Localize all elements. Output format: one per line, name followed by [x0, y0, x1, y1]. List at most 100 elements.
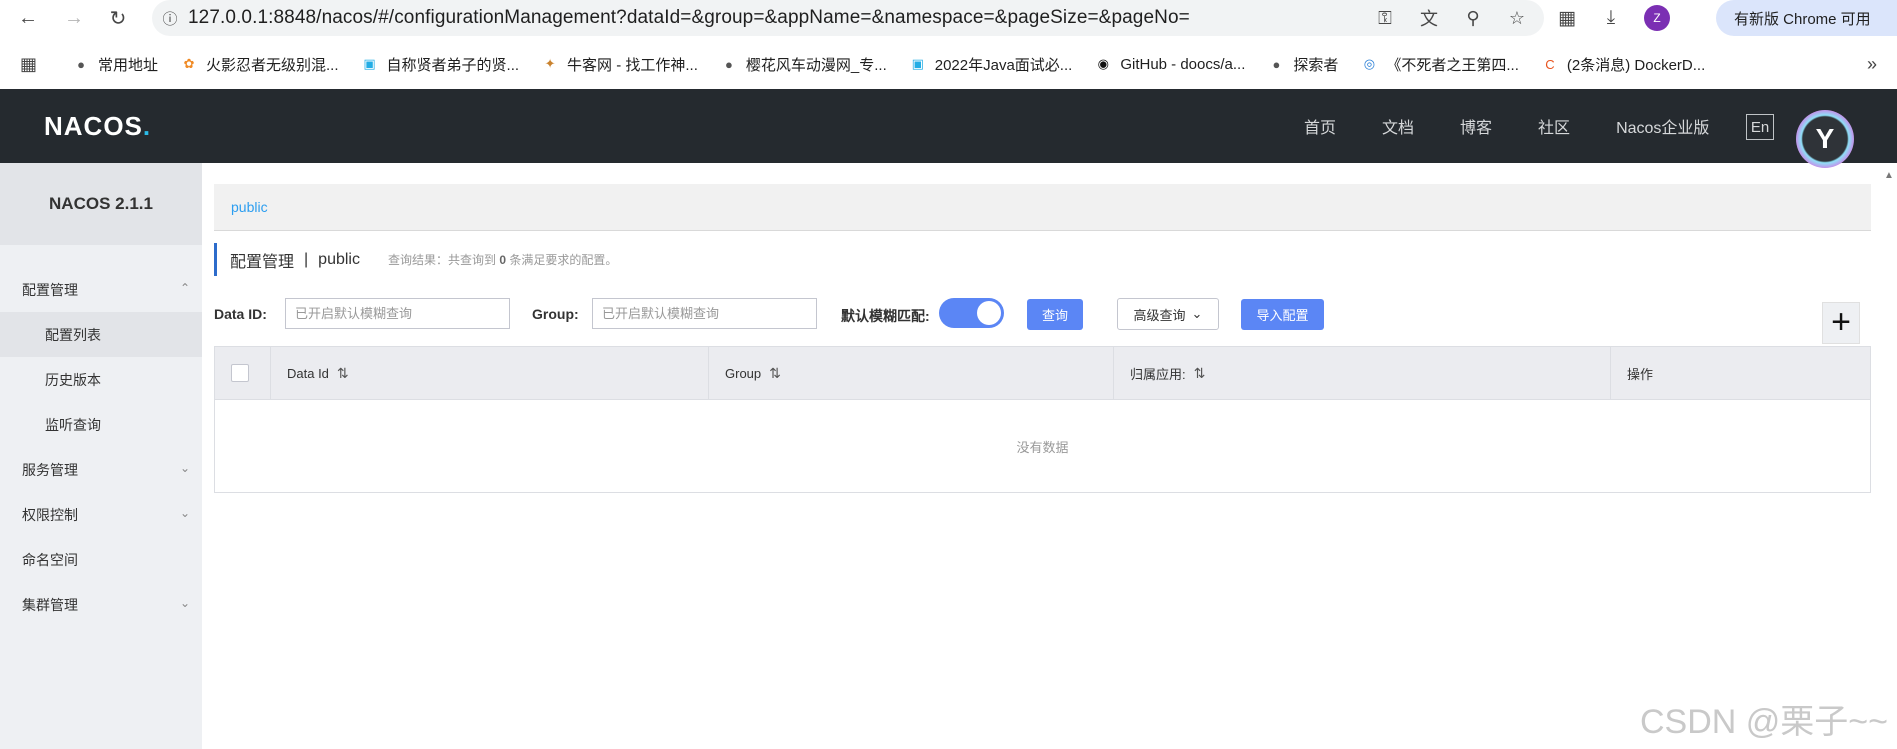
url-text[interactable]: 127.0.0.1:8848/nacos/#/configurationMana… [188, 7, 1190, 29]
nav-community[interactable]: 社区 [1538, 114, 1570, 138]
column-actions: 操作 [1627, 366, 1654, 382]
site-info-icon[interactable]: ⓘ [152, 8, 188, 29]
advanced-query-button[interactable]: 高级查询 ⌄ [1117, 298, 1219, 330]
nav-enterprise[interactable]: Nacos企业版 [1616, 114, 1709, 138]
add-config-button[interactable]: + [1822, 302, 1860, 344]
fuzzy-match-toggle[interactable] [939, 298, 1004, 328]
group-input[interactable] [592, 298, 817, 329]
translate-icon[interactable]: 文 [1418, 5, 1440, 31]
filter-bar: Data ID: Group: 默认模糊匹配: 查询 高级查询 ⌄ 导入配置 [214, 296, 1871, 332]
bookmark-label: 牛客网 - 找工作神... [567, 56, 698, 74]
select-all-checkbox[interactable] [231, 364, 249, 382]
globe-icon: ● [77, 56, 85, 72]
select-all-cell [215, 347, 271, 399]
apps-grid-icon[interactable]: ▦ [20, 54, 50, 75]
sidebar-item-auth[interactable]: 权限控制 ⌄ [0, 492, 202, 537]
browser-toolbar: ← → ↻ ⓘ 127.0.0.1:8848/nacos/#/configura… [0, 0, 1897, 36]
top-nav: 首页 文档 博客 社区 Nacos企业版 [1304, 89, 1755, 163]
namespace-tab-public[interactable]: public [231, 199, 268, 215]
bookmark-label: 2022年Java面试必... [934, 56, 1073, 74]
bilibili-icon: ▣ [363, 56, 376, 71]
bookmark-item[interactable]: ✦ 牛客网 - 找工作神... [541, 54, 698, 75]
zoom-icon[interactable]: ⚲ [1462, 8, 1484, 29]
reload-icon[interactable]: ↻ [100, 0, 136, 36]
bookmark-item[interactable]: ▣ 2022年Java面试必... [909, 54, 1073, 75]
github-icon: ◉ [1097, 56, 1109, 71]
sidebar-item-history[interactable]: 历史版本 [0, 357, 202, 402]
extensions-icon[interactable]: ▦ [1556, 7, 1578, 30]
back-icon[interactable]: ← [10, 0, 46, 36]
chevron-down-icon: ⌄ [179, 506, 190, 520]
table-header: Data Id ⇅ Group ⇅ 归属应用: ⇅ 操作 [215, 347, 1870, 400]
nav-blog[interactable]: 博客 [1460, 114, 1492, 138]
data-id-label: Data ID: [214, 306, 267, 322]
page-title: 配置管理 | public 查询结果：共查询到 0 条满足要求的配置。 [214, 243, 617, 276]
eye-icon: ◎ [1363, 56, 1376, 71]
sort-icon[interactable]: ⇅ [769, 365, 781, 382]
data-id-input[interactable] [285, 298, 510, 329]
nav-docs[interactable]: 文档 [1382, 114, 1414, 138]
download-icon[interactable]: ⤓ [1600, 7, 1622, 29]
sidebar-item-namespace[interactable]: 命名空间 [0, 537, 202, 582]
bilibili-icon: ▣ [911, 56, 924, 71]
globe-icon: ● [1272, 56, 1281, 72]
column-group[interactable]: Group ⇅ [709, 347, 1114, 399]
fuzzy-match-label: 默认模糊匹配: [841, 308, 930, 324]
csdn-watermark: CSDN @栗子~~ [1640, 703, 1889, 741]
bookmark-item[interactable]: ● 樱花风车动漫网_专... [720, 54, 887, 75]
bookmark-label: GitHub - doocs/a... [1120, 55, 1246, 73]
bookmark-label: 樱花风车动漫网_专... [745, 56, 887, 74]
query-result-text: 查询结果：共查询到 0 条满足要求的配置。 [387, 253, 618, 267]
column-app[interactable]: 归属应用: ⇅ [1114, 347, 1611, 399]
floating-assistant-avatar[interactable]: Y [1796, 110, 1854, 168]
nacos-logo[interactable]: NACOS. [44, 111, 151, 142]
import-config-button[interactable]: 导入配置 [1241, 299, 1324, 330]
bookmark-item[interactable]: ◉ GitHub - doocs/a... [1094, 55, 1246, 73]
query-button[interactable]: 查询 [1027, 299, 1083, 330]
sidebar-item-cluster[interactable]: 集群管理 ⌄ [0, 582, 202, 627]
sidebar-item-service[interactable]: 服务管理 ⌄ [0, 447, 202, 492]
bookmark-label: 常用地址 [98, 56, 159, 74]
bookmark-star-icon[interactable]: ☆ [1506, 8, 1528, 29]
flower-icon: ✿ [183, 56, 195, 71]
update-label: 有新版 Chrome 可用 [1734, 10, 1871, 28]
sidebar-item-listener[interactable]: 监听查询 [0, 402, 202, 447]
sidebar: NACOS 2.1.1 配置管理 ⌃ 配置列表 历史版本 监听查询 服务管理 ⌄… [0, 163, 202, 749]
chevron-down-icon: ⌄ [1191, 306, 1203, 321]
chevron-up-icon: ⌃ [179, 281, 190, 295]
bookmark-label: (2条消息) DockerD... [1566, 56, 1706, 74]
scroll-up-arrow-icon[interactable]: ▲ [1884, 170, 1894, 181]
bookmark-label: 《不死者之王第四... [1386, 56, 1519, 74]
bookmark-label: 火影忍者无级别混... [206, 56, 339, 74]
profile-avatar[interactable]: Z [1644, 5, 1670, 31]
namespace-bar: public [214, 184, 1871, 231]
chrome-update-button[interactable]: 有新版 Chrome 可用 [1716, 0, 1897, 36]
more-bookmarks-icon[interactable]: » [1867, 54, 1877, 75]
sidebar-item-config-list[interactable]: 配置列表 [0, 312, 202, 357]
sort-icon[interactable]: ⇅ [1194, 365, 1206, 382]
column-data-id[interactable]: Data Id ⇅ [271, 347, 709, 399]
forward-icon[interactable]: → [56, 0, 92, 36]
bookmark-item[interactable]: C (2条消息) DockerD... [1541, 54, 1705, 75]
address-bar[interactable]: ⓘ 127.0.0.1:8848/nacos/#/configurationMa… [152, 0, 1544, 36]
bookmark-item[interactable]: ● 探索者 [1267, 54, 1338, 75]
key-icon[interactable]: ⚿ [1374, 8, 1396, 29]
nav-home[interactable]: 首页 [1304, 114, 1336, 138]
empty-state: 没有数据 [1016, 439, 1069, 455]
bookmark-label: 探索者 [1293, 56, 1339, 74]
csdn-icon: C [1545, 56, 1555, 72]
sort-icon[interactable]: ⇅ [337, 365, 349, 382]
nowcoder-icon: ✦ [544, 56, 556, 71]
bookmark-item[interactable]: ◎ 《不死者之王第四... [1360, 54, 1519, 75]
bookmarks-bar: ▦ ● 常用地址 ✿ 火影忍者无级别混... ▣ 自称贤者弟子的贤... ✦ 牛客网 - 找工… [0, 44, 1897, 84]
bookmark-item[interactable]: ✿ 火影忍者无级别混... [180, 54, 339, 75]
language-toggle[interactable]: En [1746, 114, 1774, 140]
bookmark-item[interactable]: ● 常用地址 [72, 54, 158, 75]
config-table: Data Id ⇅ Group ⇅ 归属应用: ⇅ 操作 没有数据 [214, 346, 1871, 493]
nacos-header: NACOS. 首页 文档 博客 社区 Nacos企业版 En [0, 89, 1897, 163]
sidebar-item-config-management[interactable]: 配置管理 ⌃ [0, 267, 202, 312]
chevron-down-icon: ⌄ [179, 461, 190, 475]
chevron-down-icon: ⌄ [179, 596, 190, 610]
bookmark-item[interactable]: ▣ 自称贤者弟子的贤... [361, 54, 519, 75]
globe-icon: ● [724, 56, 733, 72]
